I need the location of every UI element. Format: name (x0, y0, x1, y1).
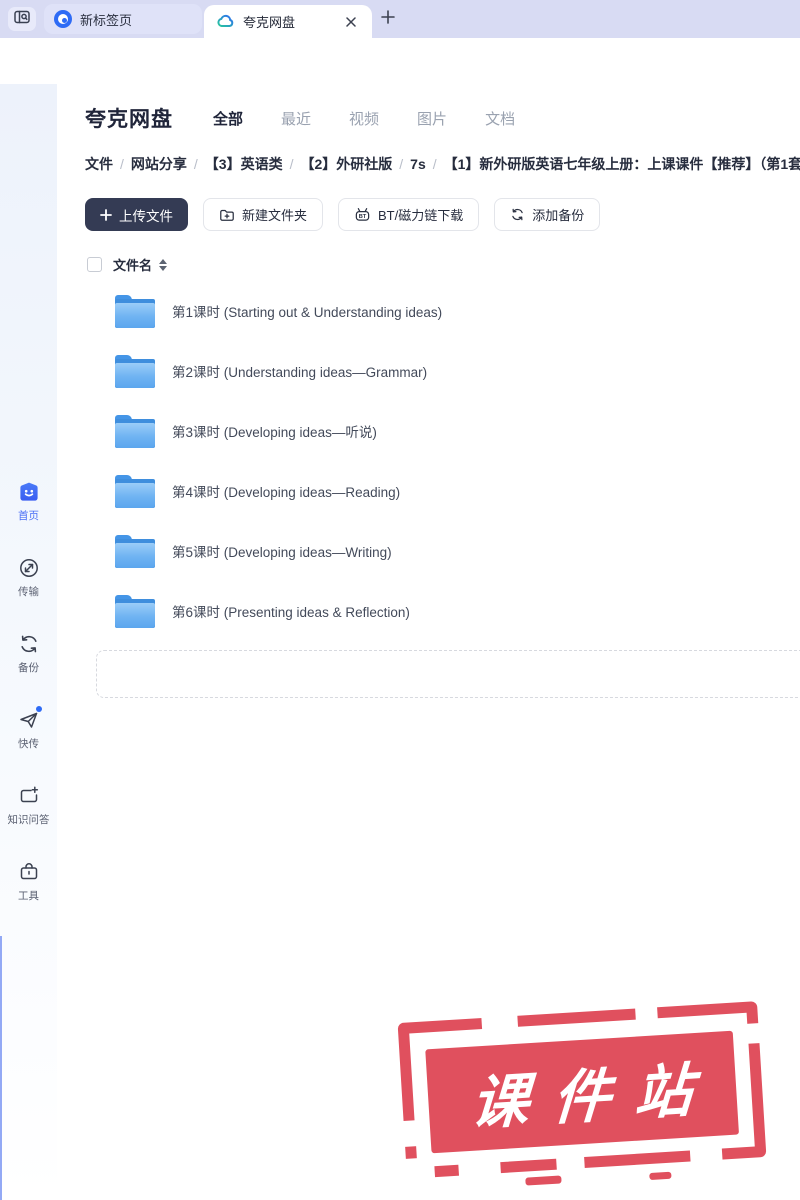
quick-send-icon (17, 706, 42, 732)
tab-title: 新标签页 (80, 12, 133, 28)
notification-dot (35, 706, 42, 712)
breadcrumb: 文件 / 网站分享 / 【3】英语类 / 【2】外研社版 / 7s / 【1】新外研版英语七年级上册… (85, 154, 800, 174)
browser-tab-bar: 新标签页 夸克网盘 (0, 0, 800, 38)
close-icon[interactable] (342, 13, 360, 31)
file-list: 第1课时 (Starting out & Understanding ideas… (57, 281, 800, 641)
breadcrumb-separator: / (399, 156, 404, 172)
quark-drive-page: 新标签页 夸克网盘 首页 传输 备份 快传 知识问答 工具 夸克网盘 全部 最近… (0, 0, 800, 1200)
folder-icon (115, 594, 155, 628)
file-row[interactable]: 第3课时 (Developing ideas—听说) (57, 401, 800, 461)
sidebar-item-quick-send[interactable]: 快传 (0, 706, 57, 751)
stamp-text: 课件站 (468, 1056, 719, 1137)
app-brand-title: 夸克网盘 (85, 108, 173, 131)
folder-icon (115, 414, 155, 448)
quark-cloud-icon (216, 12, 235, 31)
knowledge-icon (17, 784, 41, 808)
tab-video[interactable]: 视频 (349, 108, 379, 129)
svg-text:BT: BT (359, 214, 367, 220)
sort-desc-icon (159, 265, 168, 271)
sidebar-item-label: 快传 (18, 738, 39, 750)
sidebar-item-label: 传输 (18, 586, 39, 598)
breadcrumb-item[interactable]: 【3】英语类 (205, 156, 283, 172)
upload-dropzone[interactable] (96, 650, 800, 698)
tab-document[interactable]: 文档 (485, 108, 515, 129)
filename-column-header: 文件名 (113, 258, 153, 273)
add-backup-button[interactable]: 添加备份 (494, 198, 601, 231)
sidebar-item-knowledge-qa[interactable]: 知识问答 (0, 784, 57, 827)
home-smile-icon (17, 480, 41, 504)
category-tabs: 全部 最近 视频 图片 文档 (213, 108, 515, 129)
sidebar-item-transfer[interactable]: 传输 (0, 556, 57, 599)
new-folder-label: 新建文件夹 (242, 208, 308, 223)
new-folder-icon (219, 207, 235, 223)
folder-icon (115, 474, 155, 508)
file-name: 第6课时 (Presenting ideas & Reflection) (172, 605, 410, 620)
breadcrumb-item[interactable]: 【2】外研社版 (300, 156, 392, 172)
sidebar-item-backup[interactable]: 备份 (0, 632, 57, 675)
sync-icon (510, 207, 525, 222)
sidebar: 首页 传输 备份 快传 知识问答 工具 (0, 84, 57, 1200)
breadcrumb-item[interactable]: 网站分享 (131, 156, 187, 172)
plus-icon (381, 9, 395, 29)
sidebar-item-label: 工具 (18, 890, 39, 902)
bt-icon: BT (354, 206, 371, 223)
tab-title: 夸克网盘 (243, 15, 296, 30)
header-row: 夸克网盘 全部 最近 视频 图片 文档 (85, 103, 515, 133)
toolbox-icon (17, 860, 41, 884)
new-folder-button[interactable]: 新建文件夹 (203, 198, 324, 231)
breadcrumb-item-current: 【1】新外研版英语七年级上册：上课课件【推荐】（第1套 (443, 156, 800, 172)
file-name: 第3课时 (Developing ideas—听说) (172, 425, 377, 440)
breadcrumb-separator: / (432, 156, 437, 172)
tab-recent[interactable]: 最近 (281, 108, 311, 129)
breadcrumb-item[interactable]: 文件 (85, 156, 113, 172)
file-row[interactable]: 第5课时 (Developing ideas—Writing) (57, 521, 800, 581)
browser-toolbar (0, 38, 800, 113)
new-tab-button[interactable] (378, 9, 398, 29)
stamp-body: 课件站 (425, 1030, 740, 1154)
upload-file-button[interactable]: 上传文件 (85, 198, 188, 231)
sidebar-item-tools[interactable]: 工具 (0, 860, 57, 903)
file-name: 第1课时 (Starting out & Understanding ideas… (172, 305, 443, 320)
upload-file-label: 上传文件 (119, 208, 173, 224)
breadcrumb-item[interactable]: 7s (410, 156, 426, 172)
left-edge-indicator (0, 936, 2, 1200)
sidebar-item-label: 知识问答 (7, 814, 50, 826)
bt-download-button[interactable]: BT BT/磁力链下载 (338, 198, 480, 231)
file-row[interactable]: 第6课时 (Presenting ideas & Reflection) (57, 581, 800, 641)
folder-icon (115, 294, 155, 328)
sidebar-item-home[interactable]: 首页 (0, 480, 57, 523)
browser-tab-newtab[interactable]: 新标签页 (44, 4, 202, 34)
file-name: 第2课时 (Understanding ideas—Grammar) (172, 365, 428, 380)
folder-icon (115, 534, 155, 568)
file-row[interactable]: 第2课时 (Understanding ideas—Grammar) (57, 341, 800, 401)
file-table-header: 文件名 (87, 255, 168, 274)
window-search-icon (13, 8, 31, 31)
file-row[interactable]: 第4课时 (Developing ideas—Reading) (57, 461, 800, 521)
file-row[interactable]: 第1课时 (Starting out & Understanding ideas… (57, 281, 800, 341)
file-name: 第5课时 (Developing ideas—Writing) (172, 545, 392, 560)
add-backup-label: 添加备份 (532, 208, 585, 223)
select-all-checkbox[interactable] (87, 257, 102, 272)
file-name: 第4课时 (Developing ideas—Reading) (172, 485, 401, 500)
transfer-icon (17, 556, 41, 580)
folder-icon (115, 354, 155, 388)
breadcrumb-separator: / (289, 156, 294, 172)
browser-tab-quark-drive[interactable]: 夸克网盘 (204, 5, 372, 38)
tab-search-button[interactable] (8, 7, 36, 31)
sort-asc-icon (159, 258, 168, 264)
sidebar-item-label: 首页 (18, 510, 39, 522)
tab-all[interactable]: 全部 (213, 108, 243, 129)
sidebar-item-label: 备份 (18, 662, 39, 674)
sort-toggle[interactable] (159, 258, 168, 271)
sidebar-nav: 首页 传输 备份 快传 知识问答 工具 (0, 480, 57, 903)
tab-image[interactable]: 图片 (417, 108, 447, 129)
action-buttons: 上传文件 新建文件夹 BT BT/磁力链下载 添加备份 (85, 198, 601, 231)
plus-icon (100, 208, 112, 221)
watermark-stamp: 课件站 (397, 1001, 767, 1186)
sync-icon (17, 632, 41, 656)
bt-download-label: BT/磁力链下载 (378, 208, 464, 223)
quark-browser-icon (54, 10, 72, 28)
breadcrumb-separator: / (193, 156, 198, 172)
breadcrumb-separator: / (120, 156, 124, 172)
